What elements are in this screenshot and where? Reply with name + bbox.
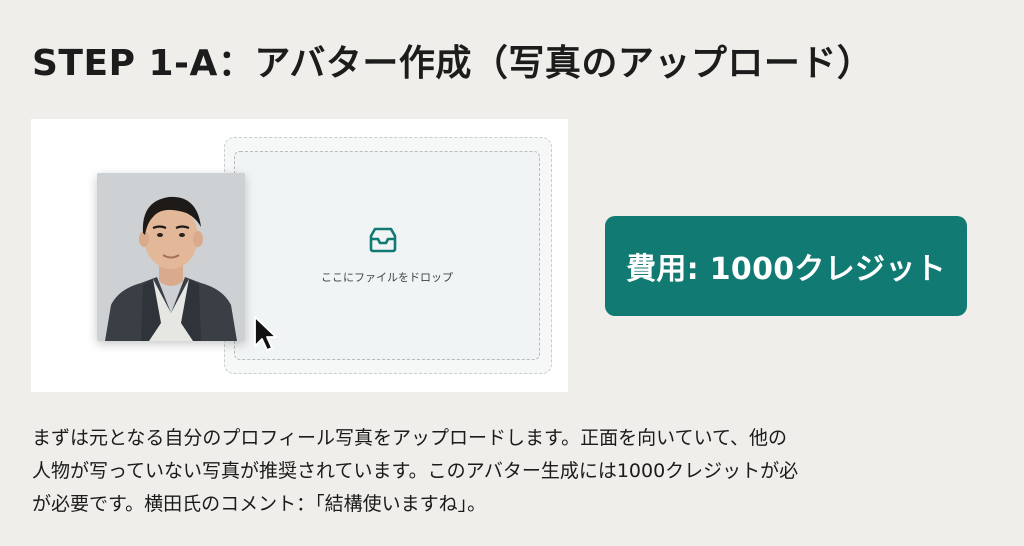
- inbox-tray-icon: [369, 227, 397, 253]
- description-line: 人物が写っていない写真が推奨されています。このアバター生成には1000クレジット…: [32, 460, 799, 482]
- portrait-illustration: [97, 173, 245, 341]
- mouse-cursor-icon: [254, 316, 277, 351]
- slide-title: STEP 1-A：アバター作成（写真のアップロード）: [32, 43, 874, 84]
- description-line: まずは元となる自分のプロフィール写真をアップロードします。正面を向いていて、他の: [32, 427, 788, 449]
- dropzone-label: ここにファイルをドロップ: [321, 271, 453, 284]
- portrait-photo: [97, 173, 245, 341]
- cost-badge: 費用: 1000クレジット: [605, 216, 967, 316]
- description-text: まずは元となる自分のプロフィール写真をアップロードします。正面を向いていて、他の…: [32, 422, 992, 521]
- file-dropzone-inner: ここにファイルをドロップ: [234, 151, 540, 360]
- description-line: が必要です。横田氏のコメント：「結構使いますね」。: [32, 493, 487, 515]
- upload-illustration-panel: ここにファイルをドロップ: [31, 119, 568, 392]
